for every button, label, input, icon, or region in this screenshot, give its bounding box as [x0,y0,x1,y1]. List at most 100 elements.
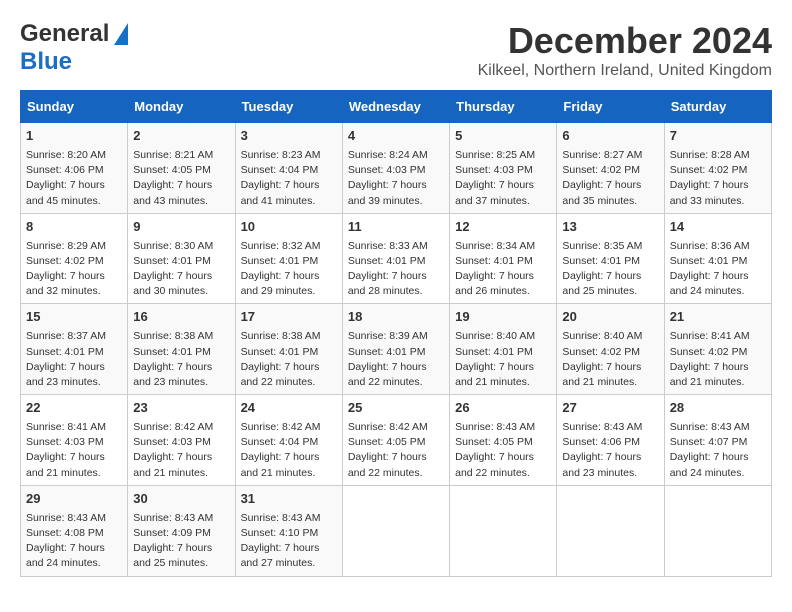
day-number: 13 [562,218,658,237]
table-row: 21Sunrise: 8:41 AMSunset: 4:02 PMDayligh… [664,304,771,395]
day-number: 18 [348,308,444,327]
day-details: Sunrise: 8:37 AMSunset: 4:01 PMDaylight:… [26,329,122,390]
day-number: 25 [348,399,444,418]
col-sunday: Sunday [21,91,128,123]
table-row: 16 Sunrise: 8:38 AMSunset: 4:01 PMDayligh… [128,304,235,395]
col-wednesday: Wednesday [342,91,449,123]
table-row: 3Sunrise: 8:23 AMSunset: 4:04 PMDaylight… [235,123,342,214]
day-details: Sunrise: 8:43 AMSunset: 4:06 PMDaylight:… [562,420,658,481]
day-number: 27 [562,399,658,418]
day-details: Sunrise: 8:29 AMSunset: 4:02 PMDaylight:… [26,239,122,300]
day-details: Sunrise: 8:20 AMSunset: 4:06 PMDaylight:… [26,148,122,209]
table-row: 17 Sunrise: 8:38 AMSunset: 4:01 PMDayligh… [235,304,342,395]
day-details: Sunrise: 8:41 AMSunset: 4:03 PMDaylight:… [26,420,122,481]
day-number: 14 [670,218,766,237]
day-details: Sunrise: 8:42 AMSunset: 4:03 PMDaylight:… [133,420,229,481]
day-details: Sunrise: 8:39 AMSunset: 4:01 PMDaylight:… [348,329,444,390]
table-row: 26 Sunrise: 8:43 AMSunset: 4:05 PMDayligh… [450,395,557,486]
calendar-table: Sunday Monday Tuesday Wednesday Thursday… [20,90,772,577]
day-details: Sunrise: 8:40 AMSunset: 4:01 PMDaylight:… [455,329,551,390]
day-number: 26 [455,399,551,418]
day-details: Sunrise: 8:25 AMSunset: 4:03 PMDaylight:… [455,148,551,209]
table-row: 1 Sunrise: 8:20 AMSunset: 4:06 PMDaylight… [21,123,128,214]
calendar-week-row: 22 Sunrise: 8:41 AMSunset: 4:03 PMDayligh… [21,395,772,486]
day-number: 12 [455,218,551,237]
col-tuesday: Tuesday [235,91,342,123]
day-number: 31 [241,490,337,509]
col-thursday: Thursday [450,91,557,123]
day-details: Sunrise: 8:43 AMSunset: 4:08 PMDaylight:… [26,511,122,572]
day-number: 22 [26,399,122,418]
title-area: December 2024 Kilkeel, Northern Ireland,… [478,20,772,80]
table-row: 9Sunrise: 8:30 AMSunset: 4:01 PMDaylight… [128,213,235,304]
table-row: 19 Sunrise: 8:40 AMSunset: 4:01 PMDayligh… [450,304,557,395]
day-number: 8 [26,218,122,237]
day-details: Sunrise: 8:28 AMSunset: 4:02 PMDaylight:… [670,148,766,209]
day-details: Sunrise: 8:30 AMSunset: 4:01 PMDaylight:… [133,239,229,300]
page-header: General Blue December 2024 Kilkeel, Nort… [20,20,772,80]
day-number: 20 [562,308,658,327]
day-number: 1 [26,127,122,146]
table-row: 31Sunrise: 8:43 AMSunset: 4:10 PMDayligh… [235,485,342,576]
table-row: 28 Sunrise: 8:43 AMSunset: 4:07 PMDayligh… [664,395,771,486]
day-details: Sunrise: 8:43 AMSunset: 4:07 PMDaylight:… [670,420,766,481]
calendar-week-row: 1 Sunrise: 8:20 AMSunset: 4:06 PMDaylight… [21,123,772,214]
day-number: 7 [670,127,766,146]
day-number: 6 [562,127,658,146]
day-number: 2 [133,127,229,146]
day-details: Sunrise: 8:42 AMSunset: 4:05 PMDaylight:… [348,420,444,481]
day-details: Sunrise: 8:33 AMSunset: 4:01 PMDaylight:… [348,239,444,300]
day-number: 28 [670,399,766,418]
table-row: 25 Sunrise: 8:42 AMSunset: 4:05 PMDayligh… [342,395,449,486]
table-row: 13Sunrise: 8:35 AMSunset: 4:01 PMDayligh… [557,213,664,304]
day-details: Sunrise: 8:38 AMSunset: 4:01 PMDaylight:… [133,329,229,390]
table-row: 5 Sunrise: 8:25 AMSunset: 4:03 PMDaylight… [450,123,557,214]
table-row [450,485,557,576]
day-details: Sunrise: 8:40 AMSunset: 4:02 PMDaylight:… [562,329,658,390]
table-row: 14 Sunrise: 8:36 AMSunset: 4:01 PMDayligh… [664,213,771,304]
day-number: 11 [348,218,444,237]
day-number: 23 [133,399,229,418]
table-row: 15Sunrise: 8:37 AMSunset: 4:01 PMDayligh… [21,304,128,395]
day-details: Sunrise: 8:34 AMSunset: 4:01 PMDaylight:… [455,239,551,300]
table-row: 23 Sunrise: 8:42 AMSunset: 4:03 PMDayligh… [128,395,235,486]
table-row: 6 Sunrise: 8:27 AMSunset: 4:02 PMDaylight… [557,123,664,214]
day-number: 24 [241,399,337,418]
table-row: 30Sunrise: 8:43 AMSunset: 4:09 PMDayligh… [128,485,235,576]
table-row [342,485,449,576]
day-details: Sunrise: 8:42 AMSunset: 4:04 PMDaylight:… [241,420,337,481]
table-row: 27 Sunrise: 8:43 AMSunset: 4:06 PMDayligh… [557,395,664,486]
table-row: 22 Sunrise: 8:41 AMSunset: 4:03 PMDayligh… [21,395,128,486]
table-row: 29 Sunrise: 8:43 AMSunset: 4:08 PMDayligh… [21,485,128,576]
logo-blue-text: Blue [20,48,72,76]
table-row: 24 Sunrise: 8:42 AMSunset: 4:04 PMDayligh… [235,395,342,486]
table-row: 18 Sunrise: 8:39 AMSunset: 4:01 PMDayligh… [342,304,449,395]
table-row: 4 Sunrise: 8:24 AMSunset: 4:03 PMDaylight… [342,123,449,214]
calendar-week-row: 8 Sunrise: 8:29 AMSunset: 4:02 PMDaylight… [21,213,772,304]
col-monday: Monday [128,91,235,123]
table-row: 2Sunrise: 8:21 AMSunset: 4:05 PMDaylight… [128,123,235,214]
day-number: 5 [455,127,551,146]
day-details: Sunrise: 8:27 AMSunset: 4:02 PMDaylight:… [562,148,658,209]
table-row: 8 Sunrise: 8:29 AMSunset: 4:02 PMDaylight… [21,213,128,304]
day-number: 30 [133,490,229,509]
table-row [557,485,664,576]
day-details: Sunrise: 8:24 AMSunset: 4:03 PMDaylight:… [348,148,444,209]
table-row: 12 Sunrise: 8:34 AMSunset: 4:01 PMDayligh… [450,213,557,304]
day-number: 16 [133,308,229,327]
day-details: Sunrise: 8:36 AMSunset: 4:01 PMDaylight:… [670,239,766,300]
day-details: Sunrise: 8:32 AMSunset: 4:01 PMDaylight:… [241,239,337,300]
day-details: Sunrise: 8:43 AMSunset: 4:05 PMDaylight:… [455,420,551,481]
day-number: 19 [455,308,551,327]
day-number: 29 [26,490,122,509]
day-number: 4 [348,127,444,146]
day-number: 10 [241,218,337,237]
day-number: 3 [241,127,337,146]
day-number: 17 [241,308,337,327]
logo-general-text: General [20,20,109,48]
calendar-week-row: 29 Sunrise: 8:43 AMSunset: 4:08 PMDayligh… [21,485,772,576]
table-row [664,485,771,576]
table-row: 11 Sunrise: 8:33 AMSunset: 4:01 PMDayligh… [342,213,449,304]
day-details: Sunrise: 8:38 AMSunset: 4:01 PMDaylight:… [241,329,337,390]
table-row: 10 Sunrise: 8:32 AMSunset: 4:01 PMDayligh… [235,213,342,304]
